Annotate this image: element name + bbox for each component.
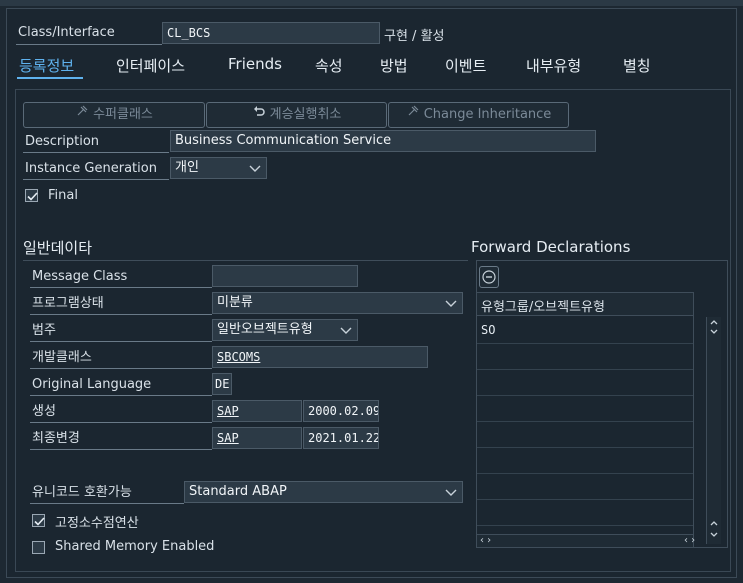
- grid-row-line: [477, 395, 693, 396]
- active-tab-indicator: [17, 77, 83, 79]
- chevron-down-icon: [444, 296, 458, 310]
- description-label: Description: [23, 131, 169, 153]
- instance-generation-dropdown[interactable]: 개인: [170, 157, 267, 179]
- checkbox-checked-icon: [32, 514, 45, 527]
- tab-aliases[interactable]: 별칭: [623, 55, 651, 76]
- window-top-bar: [0, 0, 743, 6]
- pin-icon: [406, 103, 420, 127]
- category-label: 범주: [30, 320, 212, 342]
- category-dropdown[interactable]: 일반오브젝트유형: [212, 319, 358, 341]
- grid-row-line: [477, 369, 693, 370]
- change-inheritance-button[interactable]: Change Inheritance: [388, 102, 569, 128]
- checkbox-unchecked-icon: [32, 541, 45, 554]
- class-interface-underline: [16, 44, 162, 45]
- unicode-dropdown[interactable]: Standard ABAP: [184, 481, 463, 503]
- undo-inheritance-button[interactable]: 계승실행취소: [206, 102, 387, 128]
- pin-icon: [75, 103, 89, 127]
- column-header-type[interactable]: 유형그룹/오브젝트유형: [481, 296, 605, 315]
- minus-circle-icon: [482, 270, 496, 284]
- changed-date-field[interactable]: 2021.01.22: [303, 427, 379, 449]
- chevron-down-icon: [444, 485, 458, 499]
- grid-row-line: [477, 421, 693, 422]
- shared-memory-checkbox[interactable]: [32, 541, 45, 558]
- tab-interfaces[interactable]: 인터페이스: [116, 55, 185, 76]
- grid-row-value[interactable]: SO: [481, 323, 495, 337]
- tab-attributes[interactable]: 속성: [315, 55, 343, 76]
- chevron-down-icon: [248, 161, 262, 175]
- scroll-up-icon[interactable]: [709, 318, 719, 338]
- final-label: Final: [48, 188, 78, 203]
- description-field[interactable]: Business Communication Service: [170, 130, 596, 152]
- grid-row-line: [477, 447, 693, 448]
- delete-row-button[interactable]: [479, 266, 499, 288]
- grid-row-line: [477, 525, 693, 526]
- changed-user-field[interactable]: SAP: [212, 427, 302, 449]
- program-status-label: 프로그램상태: [30, 293, 212, 315]
- program-status-dropdown[interactable]: 미분류: [212, 292, 463, 314]
- message-class-label: Message Class: [30, 266, 212, 288]
- forward-declarations-title: Forward Declarations: [471, 238, 631, 256]
- message-class-field[interactable]: [212, 265, 358, 287]
- horizontal-scrollbar[interactable]: [477, 534, 693, 547]
- instance-generation-value: 개인: [175, 160, 199, 175]
- change-inheritance-label: Change Inheritance: [423, 107, 552, 122]
- tab-methods[interactable]: 방법: [380, 55, 408, 76]
- package-label: 개발클래스: [30, 347, 212, 369]
- unicode-value: Standard ABAP: [189, 484, 287, 499]
- package-field[interactable]: SBCOMS: [212, 346, 428, 368]
- grid-column-divider: [693, 292, 694, 548]
- tab-friends[interactable]: Friends: [228, 55, 282, 73]
- grid-row-line: [477, 343, 693, 344]
- scroll-left-icon[interactable]: ‹ ›: [480, 535, 491, 546]
- original-language-label: Original Language: [30, 374, 212, 396]
- grid-row-line: [477, 499, 693, 500]
- category-value: 일반오브젝트유형: [217, 322, 313, 337]
- undo-icon: [252, 103, 266, 127]
- created-user-field[interactable]: SAP: [212, 400, 302, 422]
- status-text: 구현 / 활성: [384, 29, 445, 44]
- instance-generation-label: Instance Generation: [23, 158, 169, 180]
- tab-properties[interactable]: 등록정보: [19, 55, 74, 76]
- vertical-scrollbar[interactable]: [706, 317, 721, 544]
- final-checkbox[interactable]: [25, 189, 38, 206]
- undo-inheritance-label: 계승실행취소: [269, 107, 342, 122]
- superclass-button-label: 수퍼클래스: [93, 107, 153, 122]
- superclass-button[interactable]: 수퍼클래스: [23, 102, 205, 128]
- created-label: 생성: [30, 401, 212, 423]
- unicode-label: 유니코드 호환가능: [30, 482, 184, 504]
- class-name-field[interactable]: CL_BCS: [162, 22, 380, 44]
- grid-row-line: [477, 473, 693, 474]
- last-changed-label: 최종변경: [30, 428, 212, 450]
- program-status-value: 미분류: [217, 295, 253, 310]
- checkbox-checked-icon: [25, 189, 38, 202]
- chevron-down-icon: [339, 323, 353, 337]
- fixed-point-checkbox[interactable]: [32, 514, 45, 531]
- fixed-point-label: 고정소수점연산: [55, 516, 139, 531]
- scroll-down-icon[interactable]: [709, 520, 719, 546]
- shared-memory-label: Shared Memory Enabled: [55, 539, 215, 554]
- class-interface-label: Class/Interface: [18, 25, 115, 40]
- general-data-frame-top: [23, 260, 468, 261]
- general-data-title: 일반데이타: [23, 239, 93, 257]
- scroll-right-icon[interactable]: ‹ ›: [684, 535, 695, 546]
- original-language-field[interactable]: DE: [212, 373, 232, 395]
- created-date-field[interactable]: 2000.02.09: [303, 400, 379, 422]
- tab-events[interactable]: 이벤트: [445, 55, 486, 76]
- tab-types[interactable]: 내부유형: [526, 55, 581, 76]
